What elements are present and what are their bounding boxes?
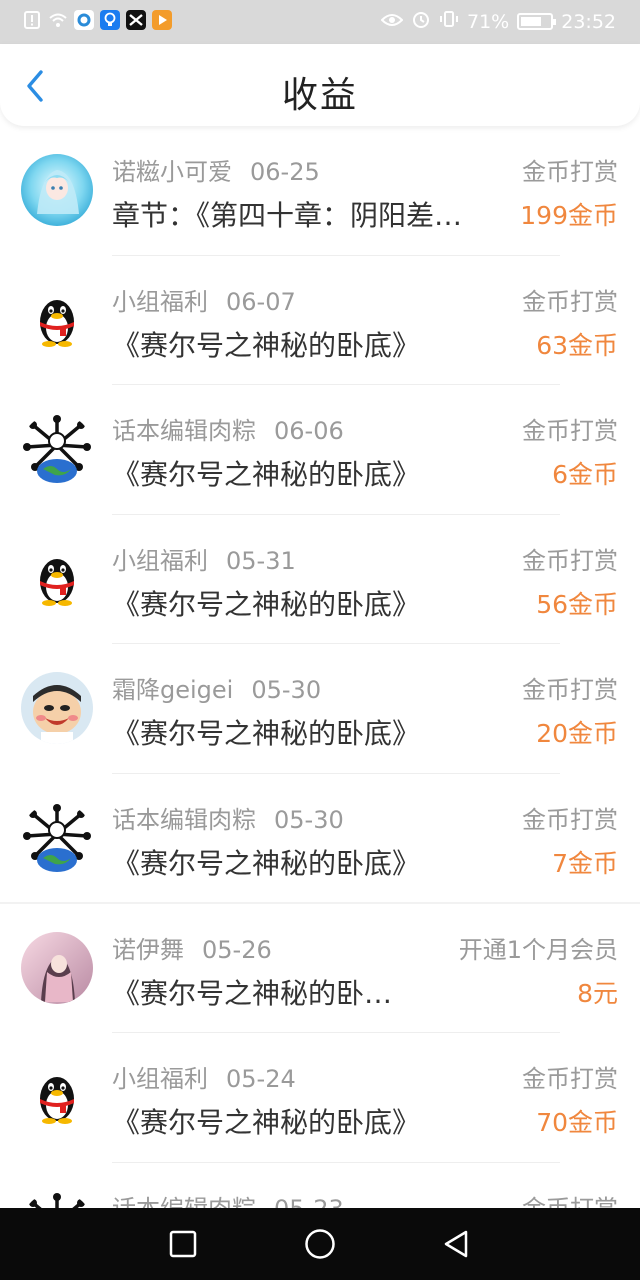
earning-type: 金币打赏 bbox=[522, 676, 618, 705]
earning-row[interactable]: 诺伊舞 05-26 开通1个月会员《赛尔号之神秘的卧… 8元 bbox=[0, 904, 640, 1034]
alarm-icon bbox=[411, 9, 431, 34]
avatar-penguin[interactable] bbox=[21, 283, 93, 356]
avatar-anime-girl-pink[interactable] bbox=[21, 931, 93, 1004]
avatar-bones-earth[interactable] bbox=[21, 801, 93, 874]
battery-icon bbox=[517, 13, 557, 30]
earning-amount: 63金币 bbox=[536, 330, 618, 360]
earning-amount: 20金币 bbox=[536, 719, 618, 749]
work-title: 《赛尔号之神秘的卧底》 bbox=[112, 328, 421, 362]
clock: 23:52 bbox=[561, 10, 616, 33]
work-title: 《赛尔号之神秘的卧底》 bbox=[112, 1106, 421, 1140]
wifi-icon bbox=[48, 10, 68, 30]
earning-amount: 70金币 bbox=[536, 1108, 618, 1138]
sender-name: 话本编辑肉粽 bbox=[112, 417, 256, 446]
recents-square-icon bbox=[169, 1230, 197, 1258]
row-date: 05-24 bbox=[226, 1065, 296, 1094]
earning-row[interactable]: 话本编辑肉粽05-23金币打赏《赛尔号之神秘的卧底》 bbox=[0, 1163, 640, 1208]
battery-percent: 71% bbox=[467, 10, 510, 33]
avatar-cartoon-kid[interactable] bbox=[21, 672, 93, 745]
work-title: 《赛尔号之神秘的卧底》 bbox=[112, 717, 421, 751]
app-header: 收益 bbox=[0, 44, 640, 126]
avatar-bones-earth[interactable] bbox=[21, 1190, 93, 1208]
row-meta: 话本编辑肉粽 05-23 bbox=[112, 1189, 344, 1208]
earning-type: 金币打赏 bbox=[522, 546, 618, 575]
avatar-bones-earth[interactable] bbox=[21, 413, 93, 486]
earning-row[interactable]: 诺糍小可爱 06-25 金币打赏章节：《第四十章：阴阳差… 199金币 bbox=[0, 126, 640, 256]
status-right-indicators: 71% 23:52 bbox=[380, 9, 616, 34]
earning-type: 金币打赏 bbox=[522, 417, 618, 446]
sender-name: 小组福利 bbox=[112, 287, 208, 316]
row-meta: 诺糍小可爱 06-25 bbox=[112, 152, 320, 187]
sender-name: 话本编辑肉粽 bbox=[112, 1195, 256, 1208]
row-meta: 小组福利 05-24 bbox=[112, 1059, 296, 1094]
work-title: 《赛尔号之神秘的卧底》 bbox=[112, 846, 421, 880]
app-icon-bulb bbox=[100, 10, 120, 30]
back-triangle-icon bbox=[444, 1230, 468, 1258]
earning-amount: 6金币 bbox=[552, 460, 618, 490]
home-button[interactable] bbox=[300, 1224, 340, 1264]
avatar-penguin[interactable] bbox=[21, 1061, 93, 1134]
row-meta: 话本编辑肉粽 06-06 bbox=[112, 411, 344, 446]
earning-type: 金币打赏 bbox=[522, 287, 618, 316]
sender-name: 小组福利 bbox=[112, 1065, 208, 1094]
row-date: 05-31 bbox=[226, 546, 296, 575]
row-meta: 霜降geigei 05-30 bbox=[112, 670, 321, 705]
earning-row[interactable]: 话本编辑肉粽 05-30 金币打赏《赛尔号之神秘的卧底》 7金币 bbox=[0, 774, 640, 904]
battery-level-fill bbox=[521, 17, 542, 26]
vibrate-icon bbox=[439, 9, 459, 34]
earning-amount: 56金币 bbox=[536, 589, 618, 619]
row-meta: 话本编辑肉粽 05-30 bbox=[112, 800, 344, 835]
sender-name: 小组福利 bbox=[112, 546, 208, 575]
earning-amount: 7金币 bbox=[552, 848, 618, 878]
row-date: 05-30 bbox=[251, 676, 322, 705]
earnings-list: 诺糍小可爱 06-25 金币打赏 章节：《第四十章：阴阳差… 199金币 小组福利 06-0… bbox=[0, 126, 640, 1208]
earning-type: 金币打赏 bbox=[522, 805, 618, 834]
status-left-icons bbox=[22, 10, 172, 30]
earning-row[interactable]: 小组福利 05-31 金币打赏《赛尔号之神秘的卧底》 56金币 bbox=[0, 515, 640, 645]
row-meta: 诺伊舞 05-26 bbox=[112, 930, 272, 965]
row-date: 06-07 bbox=[226, 287, 296, 316]
earning-type: 金币打赏 bbox=[522, 1065, 618, 1094]
recents-button[interactable] bbox=[163, 1224, 203, 1264]
app-icon-video bbox=[152, 10, 172, 30]
row-date: 05-23 bbox=[274, 1195, 344, 1208]
sender-name: 霜降geigei bbox=[112, 676, 234, 705]
earning-type: 金币打赏 bbox=[522, 1189, 618, 1208]
app-icon-capcut bbox=[126, 10, 146, 30]
sender-name: 诺伊舞 bbox=[112, 935, 184, 964]
avatar-anime-girl-blue[interactable] bbox=[21, 154, 93, 226]
app-icon-blue-ring bbox=[74, 10, 94, 30]
home-circle-icon bbox=[305, 1229, 335, 1259]
eye-icon bbox=[380, 11, 404, 33]
work-title: 《赛尔号之神秘的卧底》 bbox=[112, 587, 421, 621]
row-date: 05-26 bbox=[202, 935, 272, 964]
nav-back-button[interactable] bbox=[436, 1224, 476, 1264]
earning-row[interactable]: 话本编辑肉粽 06-06 金币打赏《赛尔号之神秘的卧底》 6金币 bbox=[0, 385, 640, 515]
earning-row[interactable]: 小组福利 05-24 金币打赏《赛尔号之神秘的卧底》 70金币 bbox=[0, 1033, 640, 1163]
work-title: 章节：《第四十章：阴阳差… bbox=[112, 199, 463, 232]
status-bar: 71% 23:52 bbox=[0, 0, 640, 44]
row-meta: 小组福利 05-31 bbox=[112, 541, 296, 576]
sender-name: 诺糍小可爱 bbox=[112, 158, 232, 186]
row-date: 06-06 bbox=[274, 417, 344, 446]
alert-icon bbox=[22, 10, 42, 30]
work-title: 《赛尔号之神秘的卧… bbox=[112, 976, 393, 1010]
system-nav-bar bbox=[0, 1208, 640, 1280]
earning-type: 开通1个月会员 bbox=[458, 935, 618, 964]
avatar-penguin[interactable] bbox=[21, 542, 93, 615]
earning-amount: 8元 bbox=[577, 978, 618, 1008]
sender-name: 话本编辑肉粽 bbox=[112, 805, 256, 834]
earning-type: 金币打赏 bbox=[522, 158, 618, 186]
earning-row[interactable]: 小组福利 06-07 金币打赏《赛尔号之神秘的卧底》 63金币 bbox=[0, 256, 640, 386]
page-title: 收益 bbox=[281, 75, 358, 116]
row-date: 06-25 bbox=[250, 158, 320, 186]
work-title: 《赛尔号之神秘的卧底》 bbox=[112, 458, 421, 492]
earning-row[interactable]: 霜降geigei 05-30 金币打赏《赛尔号之神秘的卧底》 20金币 bbox=[0, 644, 640, 774]
row-date: 05-30 bbox=[274, 805, 344, 834]
earning-amount: 199金币 bbox=[520, 201, 618, 230]
row-meta: 小组福利 06-07 bbox=[112, 282, 296, 317]
